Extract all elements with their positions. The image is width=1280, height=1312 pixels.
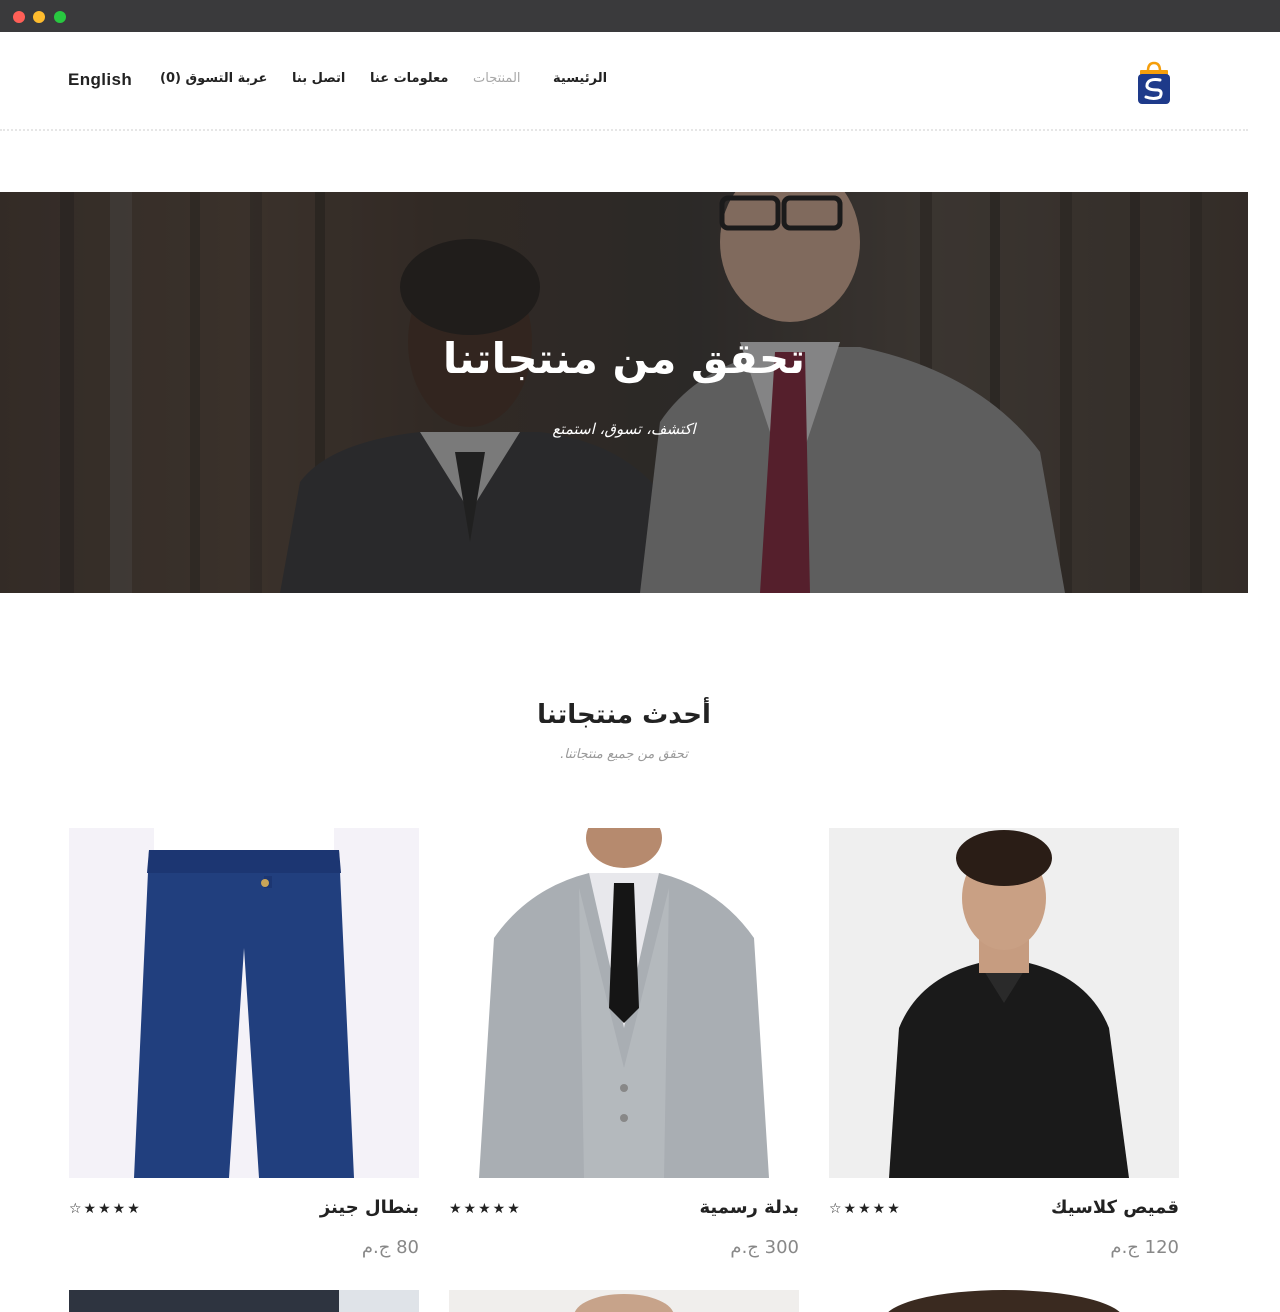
product-name[interactable]: قميص كلاسيك xyxy=(1051,1197,1179,1218)
hero-subtitle: اكتشف، تسوق، استمتع xyxy=(552,420,696,438)
product-image[interactable] xyxy=(69,828,419,1178)
nav-about-link[interactable]: معلومات عنا xyxy=(370,71,448,91)
product-card[interactable]: بدلة رسمية ★★★★★ 300 ج.م xyxy=(449,828,799,1258)
header-divider xyxy=(0,129,1248,131)
product-image[interactable] xyxy=(829,1290,1179,1312)
minimize-window-button[interactable] xyxy=(33,11,45,23)
product-rating: ★★★★★ xyxy=(449,1201,522,1217)
hero-banner: تحقق من منتجاتنا اكتشف، تسوق، استمتع xyxy=(0,192,1248,593)
product-name[interactable]: بنطال جينز xyxy=(320,1197,419,1218)
product-card[interactable]: بنطال جينز ☆★★★★ 80 ج.م xyxy=(69,828,419,1258)
product-price: 80 ج.م xyxy=(361,1237,419,1258)
nav-contact-link[interactable]: اتصل بنا xyxy=(292,71,345,91)
product-price: 300 ج.م xyxy=(730,1237,799,1258)
product-image[interactable] xyxy=(829,828,1179,1178)
product-image[interactable] xyxy=(449,828,799,1178)
section-subtitle: تحقق من جميع منتجاتنا. xyxy=(560,747,688,762)
window-titlebar xyxy=(0,0,1280,32)
product-price: 120 ج.م xyxy=(1110,1237,1179,1258)
product-image[interactable] xyxy=(69,1290,419,1312)
hero-overlay xyxy=(0,192,1248,593)
nav-cart-link[interactable]: عربة التسوق (0) xyxy=(160,71,267,91)
nav-products-link[interactable]: المنتجات xyxy=(473,71,521,91)
hero-title: تحقق من منتجاتنا xyxy=(442,334,806,383)
product-name[interactable]: بدلة رسمية xyxy=(700,1197,800,1218)
maximize-window-button[interactable] xyxy=(54,11,66,23)
product-card[interactable]: قميص كلاسيك ☆★★★★ 120 ج.م xyxy=(829,828,1179,1258)
product-rating: ☆★★★★ xyxy=(69,1201,142,1217)
close-window-button[interactable] xyxy=(13,11,25,23)
language-switch[interactable]: English xyxy=(68,70,132,90)
shopping-bag-logo-icon[interactable] xyxy=(1136,61,1172,105)
section-title: أحدث منتجاتنا xyxy=(537,700,711,730)
nav-home-link[interactable]: الرئيسية xyxy=(553,71,607,91)
product-rating: ☆★★★★ xyxy=(829,1201,902,1217)
product-image[interactable] xyxy=(449,1290,799,1312)
